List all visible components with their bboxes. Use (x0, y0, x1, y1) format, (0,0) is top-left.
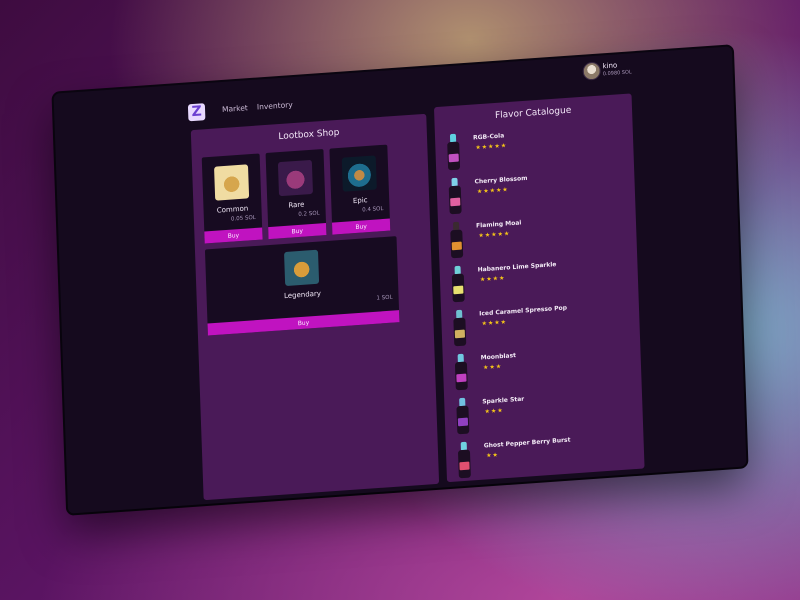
flavor-name: Habanero Lime Sparkle (477, 261, 557, 274)
lootbox-price: 0.4 SOL (362, 205, 384, 214)
lootbox-shop-title: Lootbox Shop (278, 127, 340, 143)
nav-market-link[interactable]: Market (222, 103, 248, 114)
buy-legendary-button[interactable]: Buy (207, 310, 400, 336)
lootbox-card-legendary: Legendary 1 SOL Buy (204, 236, 400, 336)
flavor-item[interactable]: Sparkle Star ★★★ (452, 384, 635, 437)
flavor-name: Iced Caramel Spresso Pop (479, 304, 568, 318)
lootbox-card-rare: Rare 0.2 SOL Buy (265, 149, 327, 240)
avatar[interactable] (582, 61, 601, 81)
flavor-item[interactable]: Flaming Moai ★★★★★ (446, 208, 629, 261)
buy-rare-button[interactable]: Buy (268, 223, 327, 240)
lootbox-name: Epic (352, 196, 368, 206)
username: kino (602, 61, 618, 71)
flavor-item[interactable]: Ghost Pepper Berry Burst ★★ (454, 428, 637, 481)
buy-epic-button[interactable]: Buy (331, 218, 391, 235)
wallet-balance: 0.0980 SOL (602, 69, 632, 78)
flavor-name: RGB-Cola (472, 132, 505, 142)
soda-bottle-icon (447, 133, 461, 171)
lootbox-price: 1 SOL (376, 294, 393, 302)
rating-stars: ★★★ (484, 407, 504, 416)
nav-inventory-link[interactable]: Inventory (257, 100, 293, 111)
flavor-item[interactable]: Habanero Lime Sparkle ★★★★ (447, 252, 630, 305)
lootbox-name: Rare (288, 200, 305, 210)
rating-stars: ★★★★ (479, 274, 506, 284)
flavor-item[interactable]: Iced Caramel Spresso Pop ★★★★ (449, 296, 632, 349)
soda-bottle-icon (451, 265, 465, 303)
flavor-catalogue-panel: Flavor Catalogue RGB-Cola ★★★★★ Cherry B… (433, 93, 645, 483)
rating-stars: ★★★★ (481, 318, 508, 328)
lootbox-card-epic: Epic 0.4 SOL Buy (329, 144, 391, 235)
soda-bottle-icon (454, 353, 468, 391)
chest-legendary-icon (284, 249, 320, 287)
lootbox-name: Common (216, 204, 249, 215)
app-window: Z Market Inventory kino 0.0980 SOL Lootb… (53, 46, 747, 514)
flavor-name: Moonblast (480, 352, 517, 362)
chest-common-icon (214, 164, 250, 201)
rating-stars: ★★ (486, 451, 499, 460)
flavor-item[interactable]: Moonblast ★★★ (451, 340, 634, 393)
lootbox-price: 0.05 SOL (230, 214, 256, 223)
logo-icon[interactable]: Z (187, 103, 206, 122)
rating-stars: ★★★★★ (478, 230, 511, 240)
flavor-name: Sparkle Star (482, 395, 525, 406)
flavor-name: Ghost Pepper Berry Burst (483, 436, 571, 450)
soda-bottle-icon (457, 441, 471, 479)
soda-bottle-icon (450, 221, 464, 259)
lootbox-name: Legendary (283, 289, 322, 301)
rating-stars: ★★★ (482, 363, 503, 372)
soda-bottle-icon (456, 397, 470, 435)
flavor-name: Cherry Blossom (474, 174, 528, 186)
flavor-item[interactable]: RGB-Cola ★★★★★ (443, 120, 626, 173)
flavor-item[interactable]: Cherry Blossom ★★★★★ (444, 164, 627, 217)
lootbox-card-common: Common 0.05 SOL Buy (201, 153, 263, 244)
soda-bottle-icon (448, 177, 462, 215)
flavor-name: Flaming Moai (475, 219, 522, 230)
rating-stars: ★★★★★ (476, 186, 509, 196)
lootbox-shop-panel: Lootbox Shop Common 0.05 SOL Buy Rare 0.… (190, 113, 440, 501)
rating-stars: ★★★★★ (475, 142, 508, 152)
chest-rare-icon (277, 159, 313, 197)
chest-epic-icon (341, 155, 377, 192)
lootbox-price: 0.2 SOL (298, 210, 320, 218)
buy-common-button[interactable]: Buy (204, 227, 263, 244)
soda-bottle-icon (453, 309, 467, 347)
